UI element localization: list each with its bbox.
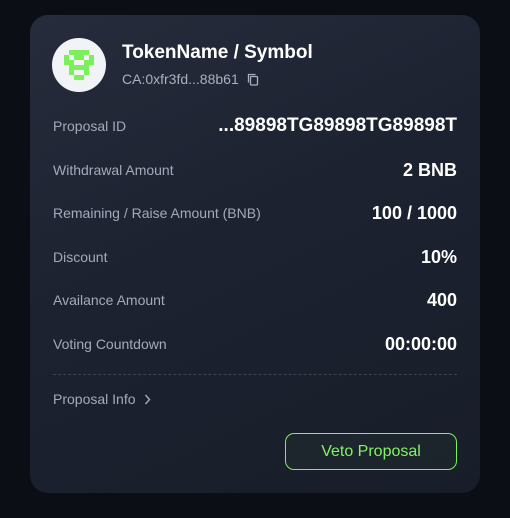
proposal-card: TokenName / Symbol CA:0xfr3fd...88b61 Pr… [30, 15, 480, 493]
token-avatar [52, 38, 106, 92]
detail-label: Discount [53, 249, 108, 265]
pixel-token-icon [64, 50, 94, 80]
detail-value: 2 BNB [402, 159, 457, 180]
proposal-info-link[interactable]: Proposal Info [53, 391, 151, 407]
detail-value: 10% [420, 246, 457, 267]
detail-label: Voting Countdown [53, 336, 167, 352]
divider [53, 374, 457, 375]
detail-label: Availance Amount [53, 292, 165, 308]
detail-row-withdrawal-amount: Withdrawal Amount 2 BNB [53, 155, 457, 185]
detail-row-availance-amount: Availance Amount 400 [53, 285, 457, 315]
detail-label: Proposal ID [53, 118, 127, 134]
detail-row-remaining-raise: Remaining / Raise Amount (BNB) 100 / 100… [53, 198, 457, 228]
detail-row-voting-countdown: Voting Countdown 00:00:00 [53, 329, 457, 359]
contract-address-row: CA:0xfr3fd...88b61 [122, 71, 259, 87]
detail-row-proposal-id: Proposal ID ...89898TG89898TG89898T [53, 111, 457, 141]
detail-row-discount: Discount 10% [53, 242, 457, 272]
proposal-info-label: Proposal Info [53, 391, 136, 407]
copy-icon[interactable] [247, 73, 259, 86]
contract-address: CA:0xfr3fd...88b61 [122, 71, 239, 87]
detail-value: ...89898TG89898TG89898T [218, 115, 457, 136]
detail-label: Withdrawal Amount [53, 162, 174, 178]
chevron-right-icon [144, 394, 151, 405]
veto-proposal-button[interactable]: Veto Proposal [285, 433, 457, 470]
detail-value: 400 [426, 289, 457, 310]
token-name: TokenName / Symbol [122, 42, 313, 63]
detail-value: 100 / 1000 [371, 202, 457, 223]
detail-label: Remaining / Raise Amount (BNB) [53, 205, 261, 221]
detail-value: 00:00:00 [384, 333, 457, 354]
